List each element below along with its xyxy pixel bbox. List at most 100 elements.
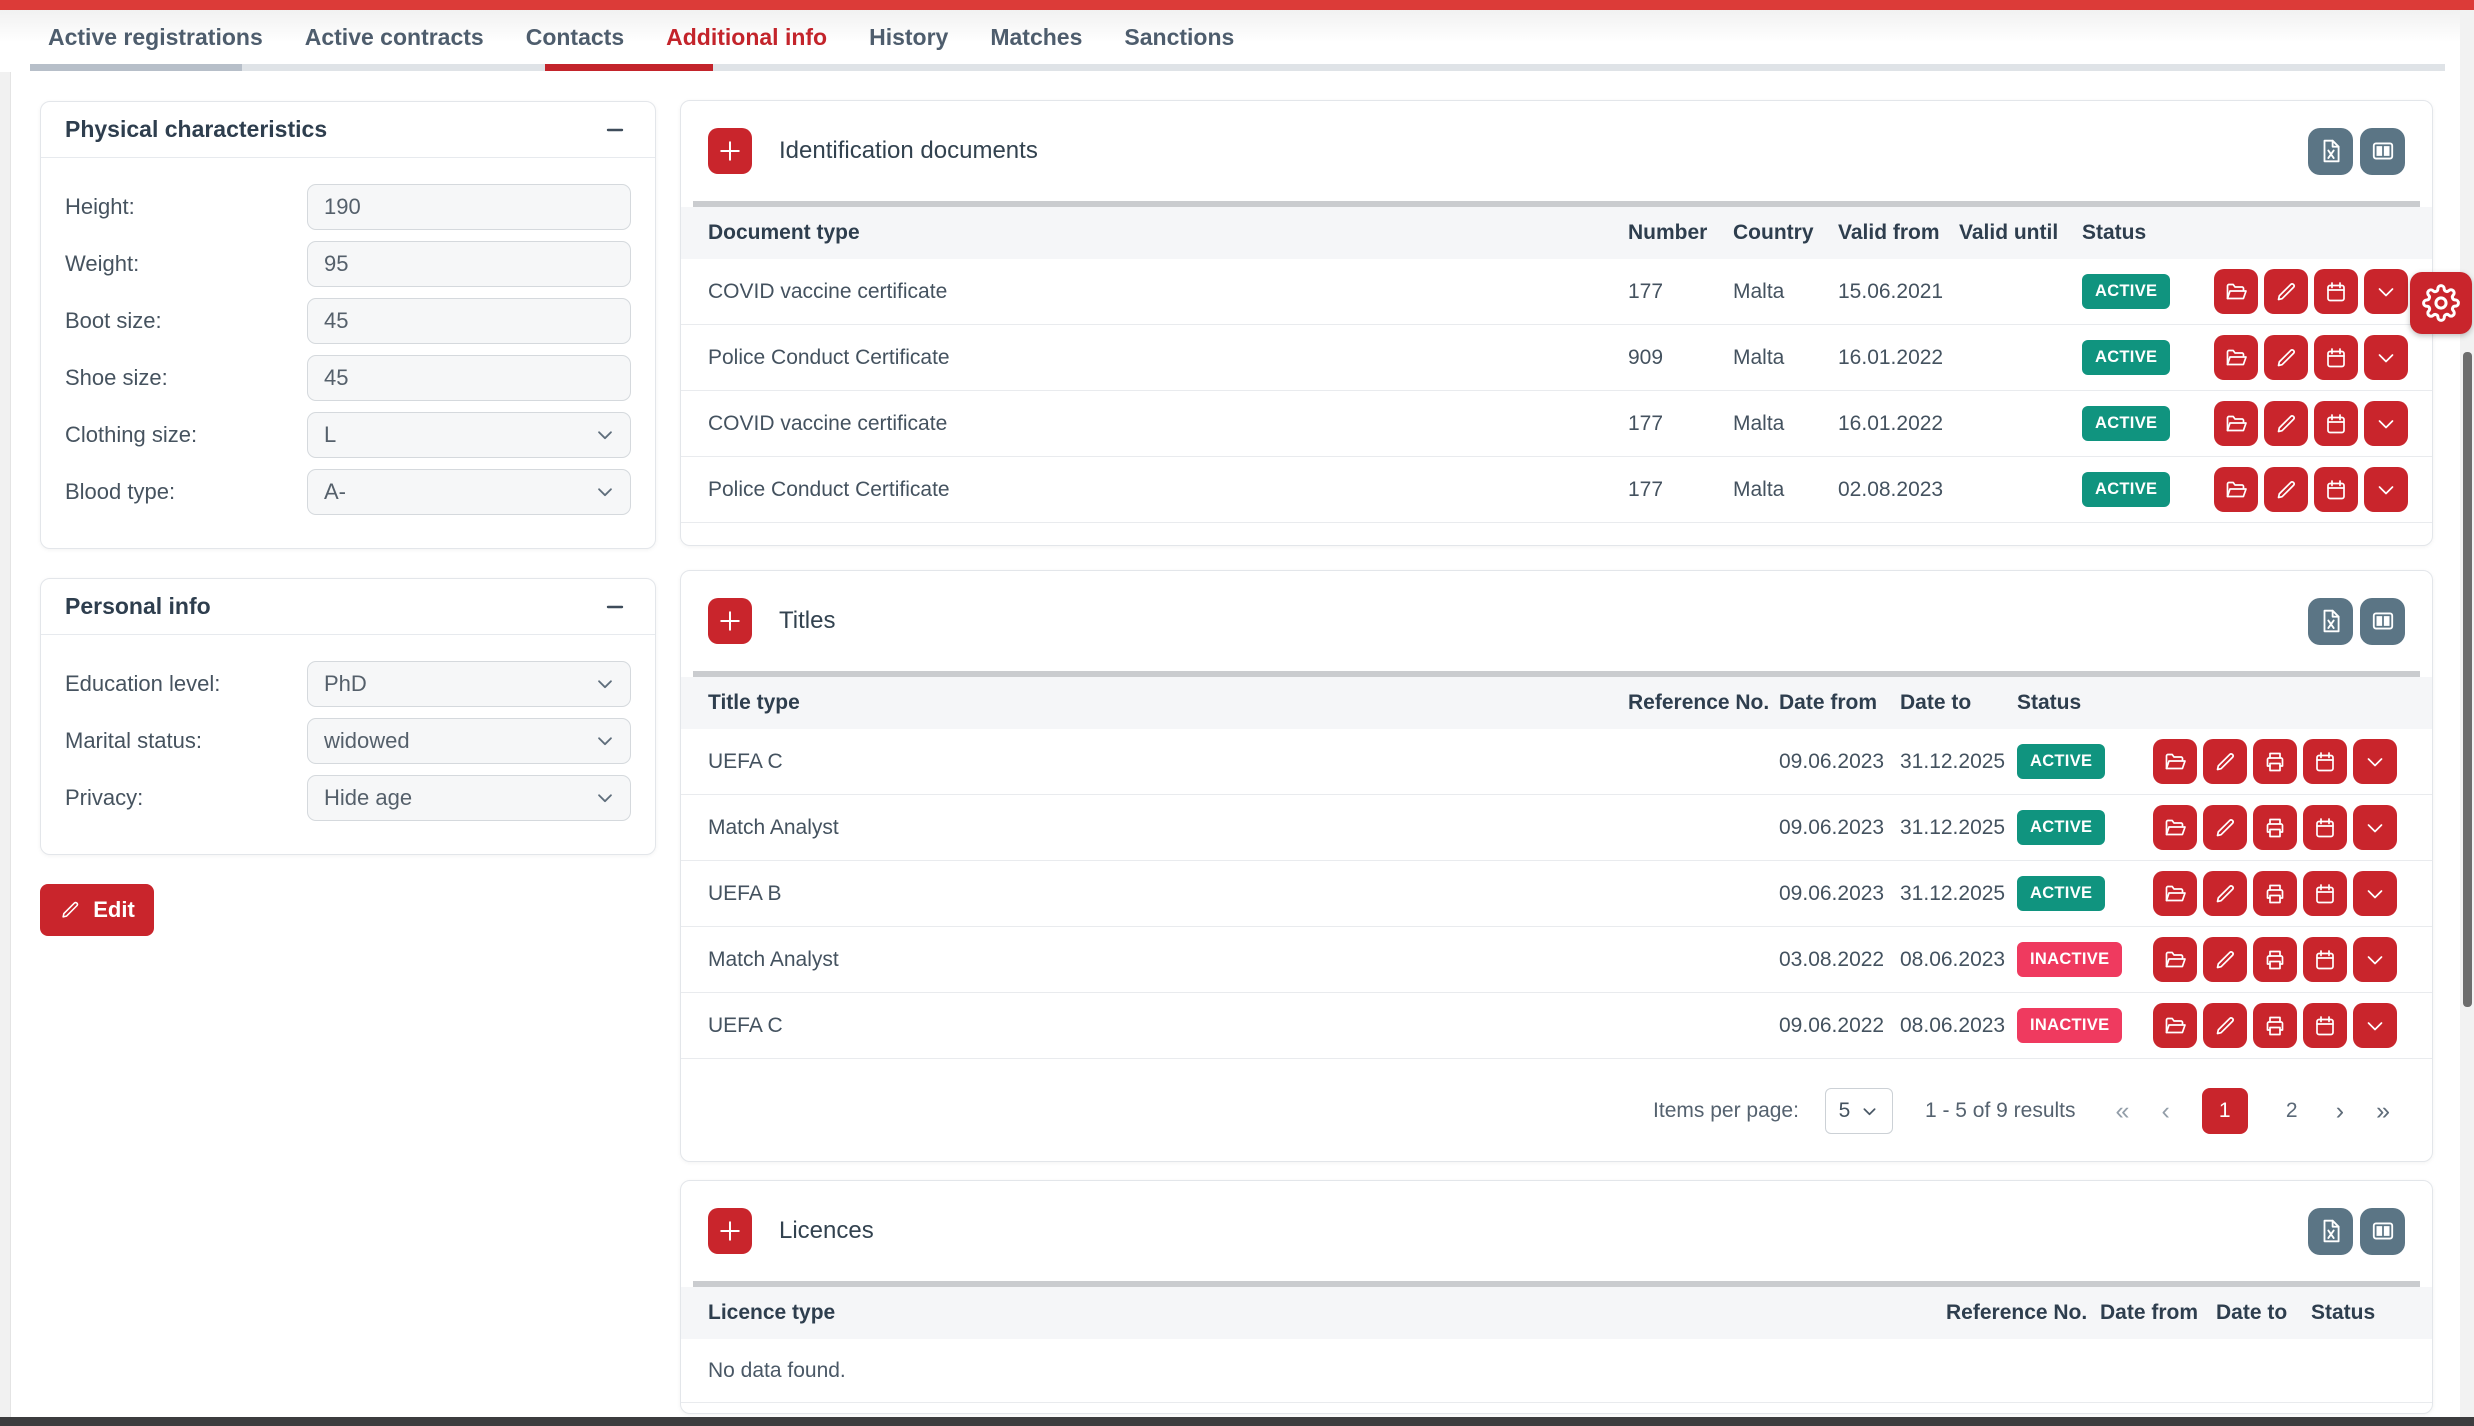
columns-button[interactable] xyxy=(2360,128,2405,175)
open-document-button[interactable] xyxy=(2153,937,2197,982)
scrollbar-thumb[interactable] xyxy=(2463,352,2472,1007)
print-button[interactable] xyxy=(2253,871,2297,916)
export-excel-button[interactable] xyxy=(2308,128,2353,175)
last-page-button[interactable]: » xyxy=(2376,1099,2390,1124)
add-licence-button[interactable] xyxy=(708,1208,752,1254)
edit-row-button[interactable] xyxy=(2203,805,2247,850)
education-level-select[interactable]: PhD xyxy=(307,661,631,707)
marital-status-select[interactable]: widowed xyxy=(307,718,631,764)
chevron-down-icon xyxy=(2363,816,2387,840)
tab-matches[interactable]: Matches xyxy=(990,24,1082,51)
open-document-button[interactable] xyxy=(2214,269,2258,314)
edit-row-button[interactable] xyxy=(2203,871,2247,916)
calendar-button[interactable] xyxy=(2303,1003,2347,1048)
open-document-button[interactable] xyxy=(2153,871,2197,916)
edit-row-button[interactable] xyxy=(2203,937,2247,982)
field-row: Marital status:widowed xyxy=(65,712,631,769)
edit-row-button[interactable] xyxy=(2203,739,2247,784)
calendar-button[interactable] xyxy=(2303,937,2347,982)
plus-icon xyxy=(716,1217,744,1245)
open-document-button[interactable] xyxy=(2214,467,2258,512)
export-excel-button[interactable] xyxy=(2308,598,2353,645)
cell-country: Malta xyxy=(1733,412,1838,436)
column-header-country: Country xyxy=(1733,221,1838,245)
previous-page-button[interactable]: ‹ xyxy=(2161,1099,2169,1124)
columns-button[interactable] xyxy=(2360,598,2405,645)
calendar-button[interactable] xyxy=(2303,739,2347,784)
calendar-button[interactable] xyxy=(2314,467,2358,512)
tab-active-contracts[interactable]: Active contracts xyxy=(305,24,484,51)
settings-button[interactable] xyxy=(2410,272,2472,334)
add-title-button[interactable] xyxy=(708,598,752,644)
collapse-physical-button[interactable] xyxy=(599,114,631,146)
expand-row-button[interactable] xyxy=(2364,269,2408,314)
printer-icon xyxy=(2263,750,2287,774)
privacy-select[interactable]: Hide age xyxy=(307,775,631,821)
field-label-education-level: Education level: xyxy=(65,671,307,697)
expand-row-button[interactable] xyxy=(2364,335,2408,380)
print-button[interactable] xyxy=(2253,1003,2297,1048)
open-document-button[interactable] xyxy=(2153,805,2197,850)
pencil-icon xyxy=(59,899,81,921)
cell-date-to: 08.06.2023 xyxy=(1900,1014,2017,1038)
edit-row-button[interactable] xyxy=(2264,401,2308,446)
tab-contacts[interactable]: Contacts xyxy=(526,24,624,51)
status-badge: ACTIVE xyxy=(2082,406,2170,441)
print-button[interactable] xyxy=(2253,739,2297,784)
collapse-personal-button[interactable] xyxy=(599,591,631,623)
calendar-button[interactable] xyxy=(2303,871,2347,916)
edit-button[interactable]: Edit xyxy=(40,884,154,936)
tab-history[interactable]: History xyxy=(869,24,948,51)
tab-bar: Active registrations Active contracts Cont… xyxy=(0,10,2474,64)
calendar-button[interactable] xyxy=(2314,401,2358,446)
columns-button[interactable] xyxy=(2360,1208,2405,1255)
pagination: Items per page: 5 1 - 5 of 9 results «‹1… xyxy=(681,1059,2432,1163)
select-chevron-icon xyxy=(594,481,616,503)
edit-row-button[interactable] xyxy=(2264,467,2308,512)
blood-type-select[interactable]: A- xyxy=(307,469,631,515)
edit-row-button[interactable] xyxy=(2264,335,2308,380)
add-identification-document-button[interactable] xyxy=(708,128,752,174)
expand-row-button[interactable] xyxy=(2364,467,2408,512)
weight-input[interactable] xyxy=(307,241,631,287)
bottom-bar xyxy=(0,1417,2474,1426)
next-page-button[interactable]: › xyxy=(2336,1099,2344,1124)
items-per-page-select[interactable]: 5 xyxy=(1825,1088,1893,1134)
expand-row-button[interactable] xyxy=(2353,937,2397,982)
expand-row-button[interactable] xyxy=(2353,805,2397,850)
calendar-button[interactable] xyxy=(2303,805,2347,850)
chevron-down-icon xyxy=(2363,882,2387,906)
row-actions xyxy=(2148,805,2405,850)
boot-size-input[interactable] xyxy=(307,298,631,344)
open-document-button[interactable] xyxy=(2214,335,2258,380)
calendar-button[interactable] xyxy=(2314,335,2358,380)
tab-additional-info[interactable]: Additional info xyxy=(666,24,827,51)
clothing-size-select[interactable]: L xyxy=(307,412,631,458)
shoe-size-input[interactable] xyxy=(307,355,631,401)
expand-row-button[interactable] xyxy=(2353,871,2397,916)
expand-row-button[interactable] xyxy=(2353,739,2397,784)
height-input[interactable] xyxy=(307,184,631,230)
calendar-button[interactable] xyxy=(2314,269,2358,314)
print-button[interactable] xyxy=(2253,937,2297,982)
print-button[interactable] xyxy=(2253,805,2297,850)
edit-row-button[interactable] xyxy=(2203,1003,2247,1048)
chevron-down-icon xyxy=(2363,750,2387,774)
personal-info-card: Personal info Education level:PhDMarital… xyxy=(40,578,656,855)
page-button-2[interactable]: 2 xyxy=(2280,1099,2304,1123)
page-button-1[interactable]: 1 xyxy=(2202,1088,2248,1134)
expand-row-button[interactable] xyxy=(2364,401,2408,446)
open-document-button[interactable] xyxy=(2214,401,2258,446)
first-page-button[interactable]: « xyxy=(2116,1099,2130,1124)
open-document-button[interactable] xyxy=(2153,739,2197,784)
cell-valid-from: 15.06.2021 xyxy=(1838,280,1959,304)
edit-row-button[interactable] xyxy=(2264,269,2308,314)
tab-sanctions[interactable]: Sanctions xyxy=(1124,24,1234,51)
export-excel-button[interactable] xyxy=(2308,1208,2353,1255)
tab-active-registrations[interactable]: Active registrations xyxy=(48,24,263,51)
open-document-button[interactable] xyxy=(2153,1003,2197,1048)
printer-icon xyxy=(2263,948,2287,972)
expand-row-button[interactable] xyxy=(2353,1003,2397,1048)
folder-open-icon xyxy=(2163,816,2187,840)
row-actions xyxy=(2148,937,2405,982)
